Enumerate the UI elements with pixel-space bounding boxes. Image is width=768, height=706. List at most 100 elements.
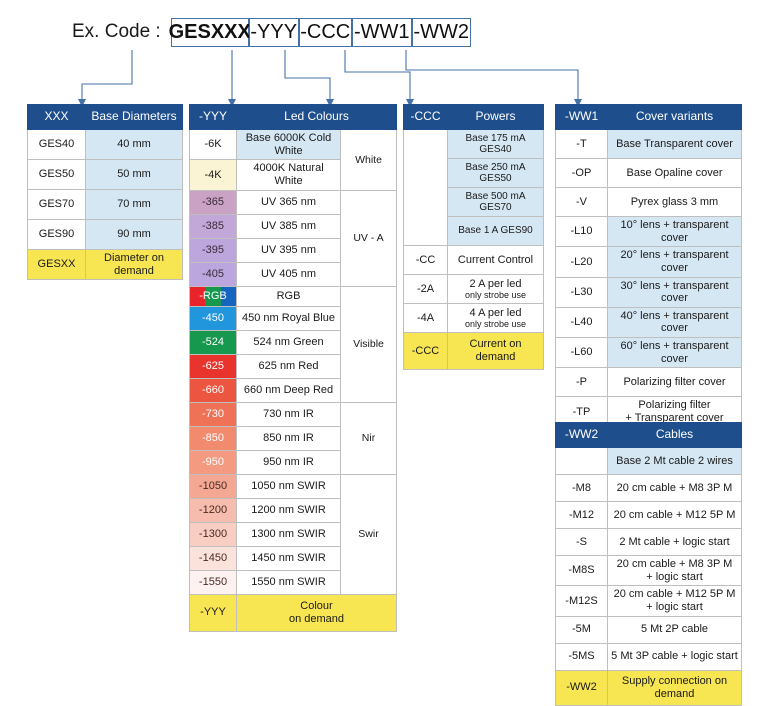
cell-description: Base Transparent cover	[607, 129, 742, 159]
code-segment-colour[interactable]: -YYY	[248, 17, 299, 47]
cell-description: Base Opaline cover	[607, 158, 742, 188]
cell-description: 20 cm cable + M12 5P M	[607, 501, 742, 529]
table-row: -RGB RGB Visible	[189, 285, 397, 403]
cell-category: UV - A	[340, 189, 397, 287]
table-row: -M8 20 cm cable + M8 3P M	[555, 474, 742, 502]
cell-code: -M12	[555, 501, 608, 529]
cell-code: -1200	[189, 497, 237, 523]
cell-description: UV 395 nm	[236, 237, 341, 263]
cell-description: 40 mm	[85, 129, 183, 160]
cell-category: White	[340, 129, 397, 191]
cell-description: Pyrex glass 3 mm	[607, 187, 742, 217]
table-row: -730 730 nm IR Nir	[189, 401, 397, 475]
cell-code: -4A	[403, 303, 448, 333]
table-base-diameters: XXX Base Diameters GES40 40 mm GES50 50 mm G…	[27, 104, 183, 281]
cell-code: -950	[189, 449, 237, 475]
cell-description: 5 Mt 2P cable	[607, 615, 742, 644]
cell-code: -YYY	[189, 593, 237, 632]
code-segment-cable[interactable]: -WW2	[411, 17, 471, 47]
cell-description: 2 A per led only strobe use	[447, 274, 544, 304]
cell-description: 20° lens + transparent cover	[607, 246, 742, 278]
cell-description: 950 nm IR	[236, 449, 341, 475]
cell-description: 730 nm IR	[236, 401, 341, 427]
cell-code: GES90	[27, 219, 86, 250]
cell-code: -850	[189, 425, 237, 451]
cell-description: Supply connection on demand	[607, 669, 742, 706]
table-row: -6K Base 6000K Cold White White	[189, 128, 397, 191]
table-row: -M12S 20 cm cable + M12 5P M + logic start	[555, 585, 742, 617]
cell-code: -730	[189, 401, 237, 427]
cell-description: 850 nm IR	[236, 425, 341, 451]
cell-description: Colour on demand	[236, 593, 397, 632]
cell-code: -P	[555, 367, 608, 398]
cell-code: -M12S	[555, 585, 608, 617]
table-row: -L60 60° lens + transparent cover	[555, 337, 742, 369]
cell-code: -1550	[189, 569, 237, 595]
table-row: -1050 1050 nm SWIR Swir	[189, 473, 397, 595]
cell-code: -S	[555, 528, 608, 556]
table-led-colours: -YYY Led Colours -6K Base 6000K Cold Whit…	[189, 104, 397, 632]
table-row: -M8S 20 cm cable + M8 3P M + logic start	[555, 554, 742, 587]
code-segment-power[interactable]: -CCC	[298, 17, 352, 47]
code-segment-base[interactable]: GESXXX	[169, 17, 251, 47]
cell-code: -365	[189, 189, 237, 215]
cell-description: Polarizing filter cover	[607, 367, 742, 398]
table-header-row: -YYY Led Colours	[189, 104, 397, 130]
header-desc: Powers	[447, 104, 544, 130]
table-row: -CC Current Control	[403, 245, 544, 275]
cell-code: -M8S	[555, 554, 608, 587]
cell-code: -395	[189, 237, 237, 263]
cell-code: -M8	[555, 474, 608, 502]
cell-description: Base 250 mA GES50	[447, 158, 544, 188]
cell-code: -405	[189, 261, 237, 287]
cell-description: 524 nm Green	[236, 329, 341, 355]
cell-code: -V	[555, 187, 608, 217]
cell-description: Base 175 mA GES40	[447, 129, 544, 159]
cell-description: 90 mm	[85, 219, 183, 250]
table-row: -T Base Transparent cover	[555, 129, 742, 159]
header-desc: Base Diameters	[85, 104, 183, 130]
cell-code: -625	[189, 353, 237, 379]
table-powers: -CCC Powers Base 175 mA GES40 Base 250 mA…	[403, 104, 544, 370]
cell-code: -1300	[189, 521, 237, 547]
table-cables: -WW2 Cables Base 2 Mt cable 2 wires -M8 20…	[555, 422, 742, 706]
cell-code: -4K	[189, 159, 237, 191]
cell-description: 4000K Natural White	[236, 159, 341, 191]
cell-code-label: -RGB	[199, 289, 227, 302]
table-row: -365 UV 365 nm UV - A	[189, 189, 397, 287]
cell-description: 20 cm cable + M8 3P M	[607, 474, 742, 502]
table-row: Base 2 Mt cable 2 wires	[555, 447, 742, 475]
table-row: -V Pyrex glass 3 mm	[555, 187, 742, 217]
cell-code: -660	[189, 377, 237, 403]
cell-code: -5M	[555, 615, 608, 644]
cell-code: -L30	[555, 276, 608, 308]
header-code: -WW2	[555, 422, 608, 448]
table-row: -P Polarizing filter cover	[555, 367, 742, 398]
table-row: -4A 4 A per led only strobe use	[403, 303, 544, 333]
cell-description: Current Control	[447, 245, 544, 275]
cell-code: -6K	[189, 128, 237, 161]
cell-code-blank	[403, 129, 448, 246]
example-code-header: Ex. Code : GESXXX -YYY -CCC -WW1 -WW2	[0, 14, 768, 50]
cell-description: 625 nm Red	[236, 353, 341, 379]
cell-code: -CCC	[403, 332, 448, 370]
example-code-label: Ex. Code :	[72, 21, 161, 42]
header-code: XXX	[27, 104, 86, 130]
cell-code: GES40	[27, 129, 86, 160]
cell-description: Base 2 Mt cable 2 wires	[607, 447, 742, 475]
table-row: -OP Base Opaline cover	[555, 158, 742, 188]
cell-description: 660 nm Deep Red	[236, 377, 341, 403]
header-desc: Led Colours	[236, 104, 397, 130]
cell-code: -L60	[555, 337, 608, 369]
header-code: -YYY	[189, 104, 237, 130]
cell-description: Base 6000K Cold White	[236, 128, 341, 161]
cell-description: 20 cm cable + M12 5P M + logic start	[607, 585, 742, 617]
cell-description: 60° lens + transparent cover	[607, 337, 742, 369]
cell-category: Visible	[340, 285, 397, 403]
code-segment-cover[interactable]: -WW1	[351, 17, 412, 47]
cell-description: 40° lens + transparent cover	[607, 306, 742, 339]
cell-description: 1050 nm SWIR	[236, 473, 341, 499]
cell-code: -CC	[403, 245, 448, 275]
cell-code: -L10	[555, 215, 608, 248]
cell-code: -WW2	[555, 669, 608, 706]
